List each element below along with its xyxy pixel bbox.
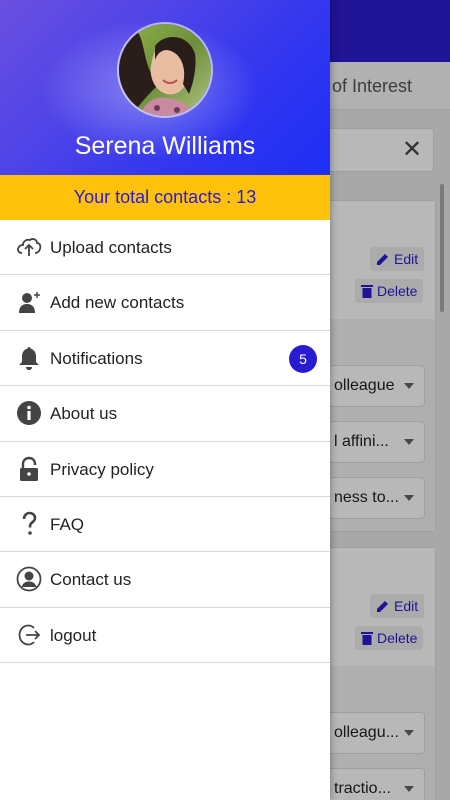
lock-icon [20, 456, 38, 481]
cloud-upload-icon [17, 238, 42, 256]
total-contacts-banner: Your total contacts : 13 [0, 175, 330, 220]
profile-photo [119, 24, 211, 116]
bell-icon [19, 346, 39, 370]
question-icon [22, 511, 37, 535]
menu-label: About us [50, 404, 118, 424]
menu-label: Notifications [50, 348, 143, 368]
drawer-header: Serena Williams [0, 0, 330, 175]
menu-label: logout [50, 625, 97, 645]
logout-icon [18, 624, 41, 646]
menu-item-faq[interactable]: FAQ [0, 497, 330, 553]
user-name: Serena Williams [74, 132, 256, 160]
menu-item-privacy-policy[interactable]: Privacy policy [0, 442, 330, 497]
notification-count-badge: 5 [289, 344, 317, 373]
menu-label: Upload contacts [50, 238, 172, 257]
menu-label: FAQ [50, 514, 85, 534]
info-icon [17, 401, 41, 426]
menu-label: Privacy policy [50, 459, 154, 479]
menu-item-upload-contacts[interactable]: Upload contacts [0, 220, 330, 276]
menu-item-contact-us[interactable]: Contact us [0, 552, 330, 608]
person-circle-icon [16, 566, 42, 592]
avatar[interactable] [117, 22, 213, 118]
menu-label: Contact us [50, 570, 132, 590]
menu-item-logout[interactable]: logout [0, 608, 330, 664]
menu-item-about-us[interactable]: About us [0, 386, 330, 442]
menu-item-notifications[interactable]: Notifications 5 [0, 331, 330, 387]
add-user-icon [19, 292, 40, 314]
drawer-menu: Upload contacts Add new contacts Notific… [0, 220, 330, 664]
navigation-drawer: Serena Williams Your total contacts : 13… [0, 0, 330, 800]
menu-item-add-new-contacts[interactable]: Add new contacts [0, 275, 330, 331]
menu-label: Add new contacts [50, 293, 185, 313]
